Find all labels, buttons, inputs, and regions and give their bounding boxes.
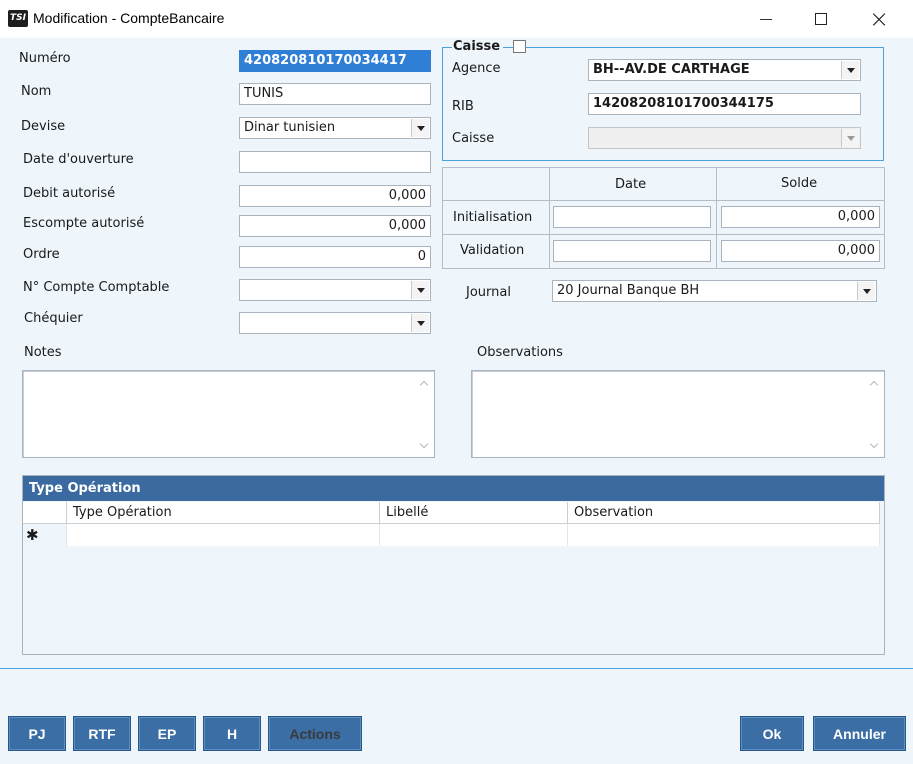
- debit-input[interactable]: 0,000: [239, 185, 431, 207]
- row-selector-header: [23, 502, 67, 524]
- devise-label: Devise: [21, 119, 66, 134]
- row-validation-label: Validation: [460, 243, 525, 258]
- actions-button[interactable]: Actions: [268, 716, 362, 751]
- init-validation-grid: Date Solde Initialisation Validation 0,0…: [442, 167, 885, 269]
- chevron-down-icon[interactable]: [857, 282, 875, 300]
- observations-textarea[interactable]: [471, 370, 885, 458]
- col-type-operation[interactable]: Type Opération: [67, 502, 380, 524]
- journal-value: 20 Journal Banque BH: [557, 283, 700, 298]
- valid-solde-input[interactable]: 0,000: [721, 240, 880, 262]
- escompte-input[interactable]: 0,000: [239, 215, 431, 237]
- caisse-label: Caisse: [452, 131, 495, 146]
- window-title: Modification - CompteBancaire: [33, 10, 225, 26]
- chevron-down-icon: [841, 129, 859, 147]
- devise-value: Dinar tunisien: [244, 120, 336, 135]
- new-row-type-cell[interactable]: [67, 524, 380, 546]
- grid-divider: [443, 234, 884, 235]
- scroll-down-icon[interactable]: [870, 441, 878, 449]
- ep-button[interactable]: EP: [138, 716, 196, 751]
- valid-date-input[interactable]: [553, 240, 711, 262]
- col-observation[interactable]: Observation: [568, 502, 880, 524]
- type-operation-panel: Type Opération Type Opération Libellé Ob…: [22, 475, 885, 655]
- devise-select[interactable]: Dinar tunisien: [239, 117, 431, 139]
- caisse-checkbox[interactable]: [513, 40, 526, 53]
- col-libelle[interactable]: Libellé: [380, 502, 568, 524]
- col-date-header: Date: [615, 177, 647, 192]
- notes-label: Notes: [24, 345, 62, 360]
- grid-divider: [549, 168, 550, 268]
- chevron-down-icon[interactable]: [841, 61, 859, 79]
- new-row-libelle-cell[interactable]: [380, 524, 568, 546]
- close-button[interactable]: ×: [856, 0, 902, 38]
- ordre-input[interactable]: 0: [239, 246, 431, 268]
- rib-label: RIB: [452, 99, 474, 114]
- notes-scrollbar[interactable]: [416, 371, 434, 457]
- date-ouverture-label: Date d'ouverture: [23, 152, 134, 167]
- journal-label: Journal: [466, 285, 511, 300]
- ok-button[interactable]: Ok: [740, 716, 804, 751]
- date-ouverture-input[interactable]: [239, 151, 431, 173]
- maximize-button[interactable]: [798, 0, 844, 38]
- ordre-label: Ordre: [23, 247, 60, 262]
- annuler-button[interactable]: Annuler: [813, 716, 906, 751]
- grid-divider: [443, 200, 884, 201]
- scroll-up-icon[interactable]: [420, 379, 428, 387]
- nom-label: Nom: [21, 84, 52, 99]
- app-logo-icon: TSI: [8, 10, 28, 27]
- chevron-down-icon[interactable]: [411, 281, 429, 299]
- init-solde-input[interactable]: 0,000: [721, 206, 880, 228]
- scroll-up-icon[interactable]: [870, 379, 878, 387]
- numero-label: Numéro: [19, 51, 71, 66]
- compte-comptable-select[interactable]: [239, 279, 431, 301]
- scroll-down-icon[interactable]: [420, 441, 428, 449]
- chequier-label: Chéquier: [24, 311, 83, 326]
- debit-label: Debit autorisé: [23, 186, 116, 201]
- agence-value: BH--AV.DE CARTHAGE: [593, 62, 750, 77]
- agence-select[interactable]: BH--AV.DE CARTHAGE: [588, 59, 861, 81]
- footer-bar: PJ RTF EP H Actions Ok Annuler: [0, 669, 913, 764]
- rtf-button[interactable]: RTF: [73, 716, 131, 751]
- h-button[interactable]: H: [203, 716, 261, 751]
- type-operation-header: Type Opération: [23, 476, 884, 501]
- nom-input[interactable]: TUNIS: [239, 83, 431, 105]
- close-icon: ×: [868, 5, 890, 33]
- observations-label: Observations: [477, 345, 563, 360]
- chevron-down-icon[interactable]: [411, 119, 429, 137]
- caisse-group-title: Caisse: [452, 39, 504, 54]
- form-area: Numéro 420820810170034417 Nom TUNIS Devi…: [0, 38, 913, 668]
- init-date-input[interactable]: [553, 206, 711, 228]
- col-solde-header: Solde: [781, 176, 818, 191]
- caisse-select: [588, 127, 861, 149]
- escompte-label: Escompte autorisé: [23, 216, 145, 231]
- grid-divider: [716, 168, 717, 268]
- journal-select[interactable]: 20 Journal Banque BH: [552, 280, 877, 302]
- rib-input[interactable]: 14208208101700344175: [588, 93, 861, 115]
- new-row-observation-cell[interactable]: [568, 524, 880, 546]
- title-bar: TSI Modification - CompteBancaire ×: [0, 0, 913, 39]
- chevron-down-icon[interactable]: [411, 314, 429, 332]
- row-initialisation-label: Initialisation: [453, 210, 533, 225]
- chequier-select[interactable]: [239, 312, 431, 334]
- new-row-marker-icon: ✱: [23, 524, 67, 546]
- numero-input[interactable]: 420820810170034417: [239, 50, 431, 72]
- pj-button[interactable]: PJ: [8, 716, 66, 751]
- compte-comptable-label: N° Compte Comptable: [23, 280, 170, 295]
- observations-scrollbar[interactable]: [866, 371, 884, 457]
- minimize-button[interactable]: [743, 0, 789, 38]
- notes-textarea[interactable]: [22, 370, 435, 458]
- agence-label: Agence: [452, 61, 501, 76]
